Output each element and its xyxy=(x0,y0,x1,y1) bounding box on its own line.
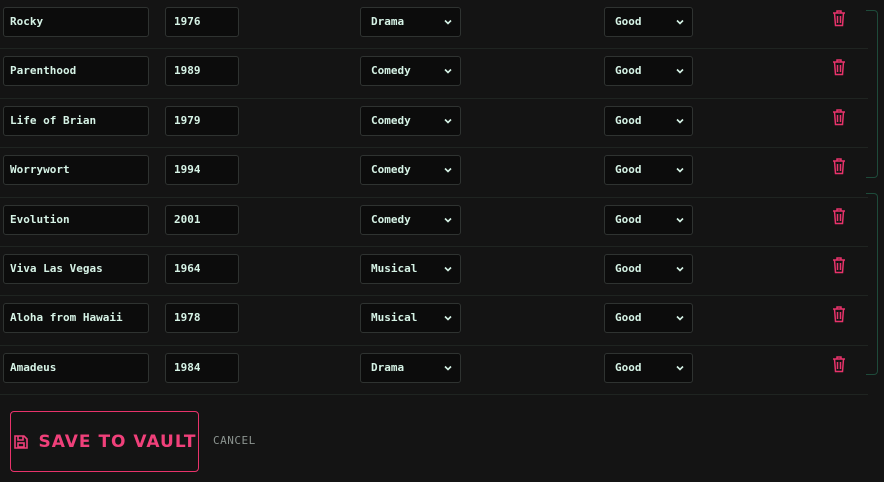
genre-select[interactable]: Musical xyxy=(360,253,461,284)
table-row: Life of Brian 1979 Comedy Good xyxy=(0,99,868,149)
chevron-down-icon xyxy=(444,217,452,223)
rating-select[interactable]: Good xyxy=(604,253,693,284)
scroll-indicator xyxy=(866,10,878,178)
genre-value: Comedy xyxy=(371,64,411,78)
rating-value: Good xyxy=(615,261,642,275)
rating-value: Good xyxy=(615,15,642,28)
rating-value: Good xyxy=(615,212,642,226)
movie-table: Rocky 1976 Drama Good Parenthood 1989 Comedy Go… xyxy=(0,0,868,396)
genre-select[interactable]: Drama xyxy=(360,7,461,37)
year-input[interactable]: 1984 xyxy=(165,352,239,383)
title-input[interactable]: Amadeus xyxy=(3,352,149,383)
table-row: Aloha from Hawaii 1978 Musical Good xyxy=(0,296,868,346)
chevron-down-icon xyxy=(676,217,684,223)
year-input[interactable]: 1976 xyxy=(165,7,239,37)
rating-select[interactable]: Good xyxy=(604,7,693,37)
chevron-down-icon xyxy=(676,365,684,371)
rating-value: Good xyxy=(615,311,642,325)
trash-icon[interactable] xyxy=(832,157,846,175)
chevron-down-icon xyxy=(444,365,452,371)
table-row: Amadeus 1984 Drama Good xyxy=(0,346,868,396)
chevron-down-icon xyxy=(444,69,452,75)
chevron-down-icon xyxy=(676,168,684,173)
genre-select[interactable]: Comedy xyxy=(360,56,461,87)
year-input[interactable]: 2001 xyxy=(165,204,239,235)
genre-value: Musical xyxy=(371,311,418,325)
genre-value: Comedy xyxy=(371,113,411,127)
trash-icon[interactable] xyxy=(832,305,846,323)
chevron-down-icon xyxy=(444,168,452,173)
table-row: Rocky 1976 Drama Good xyxy=(0,0,868,50)
chevron-down-icon xyxy=(444,266,452,272)
genre-value: Drama xyxy=(371,360,405,374)
chevron-down-icon xyxy=(676,266,684,272)
genre-select[interactable]: Comedy xyxy=(360,105,461,136)
title-input[interactable]: Rocky xyxy=(3,7,149,37)
trash-icon[interactable] xyxy=(832,58,846,76)
title-input[interactable]: Aloha from Hawaii xyxy=(3,303,149,334)
table-row: Evolution 2001 Comedy Good xyxy=(0,198,868,247)
genre-select[interactable]: Drama xyxy=(360,352,461,383)
trash-icon[interactable] xyxy=(832,256,846,274)
title-input[interactable]: Viva Las Vegas xyxy=(3,253,149,284)
genre-select[interactable]: Comedy xyxy=(360,204,461,235)
chevron-down-icon xyxy=(444,316,452,321)
floppy-disk-icon xyxy=(13,434,28,449)
rating-select[interactable]: Good xyxy=(604,56,693,87)
year-input[interactable]: 1979 xyxy=(165,105,239,136)
year-input[interactable]: 1989 xyxy=(165,56,239,87)
genre-select[interactable]: Comedy xyxy=(360,155,461,186)
rating-select[interactable]: Good xyxy=(604,105,693,136)
chevron-down-icon xyxy=(676,69,684,75)
chevron-down-icon xyxy=(676,316,684,321)
cancel-link[interactable]: CANCEL xyxy=(213,434,256,447)
save-button-label: SAVE TO VAULT xyxy=(38,431,197,452)
rating-value: Good xyxy=(615,163,642,177)
chevron-down-icon xyxy=(676,118,684,124)
table-row: Worrywort 1994 Comedy Good xyxy=(0,148,868,198)
rating-select[interactable]: Good xyxy=(604,204,693,235)
chevron-down-icon xyxy=(444,19,452,25)
movie-editor: Rocky 1976 Drama Good Parenthood 1989 Comedy Go… xyxy=(0,0,884,482)
title-input[interactable]: Life of Brian xyxy=(3,105,149,136)
rating-select[interactable]: Good xyxy=(604,303,693,334)
rating-value: Good xyxy=(615,113,642,127)
genre-value: Musical xyxy=(371,261,418,275)
genre-value: Comedy xyxy=(371,212,411,226)
trash-icon[interactable] xyxy=(832,9,846,27)
scroll-indicator xyxy=(866,193,878,375)
genre-value: Drama xyxy=(371,15,405,28)
chevron-down-icon xyxy=(676,19,684,25)
chevron-down-icon xyxy=(444,118,452,124)
year-input[interactable]: 1994 xyxy=(165,155,239,186)
table-row: Viva Las Vegas 1964 Musical Good xyxy=(0,247,868,297)
title-input[interactable]: Evolution xyxy=(3,204,149,235)
year-input[interactable]: 1978 xyxy=(165,303,239,334)
save-to-vault-button[interactable]: SAVE TO VAULT xyxy=(10,411,199,472)
title-input[interactable]: Parenthood xyxy=(3,56,149,87)
title-input[interactable]: Worrywort xyxy=(3,155,149,186)
genre-value: Comedy xyxy=(371,163,411,177)
rating-select[interactable]: Good xyxy=(604,352,693,383)
trash-icon[interactable] xyxy=(832,108,846,126)
year-input[interactable]: 1964 xyxy=(165,253,239,284)
rating-value: Good xyxy=(615,360,642,374)
genre-select[interactable]: Musical xyxy=(360,303,461,334)
rating-select[interactable]: Good xyxy=(604,155,693,186)
trash-icon[interactable] xyxy=(832,355,846,373)
trash-icon[interactable] xyxy=(832,207,846,225)
rating-value: Good xyxy=(615,64,642,78)
table-row: Parenthood 1989 Comedy Good xyxy=(0,49,868,99)
